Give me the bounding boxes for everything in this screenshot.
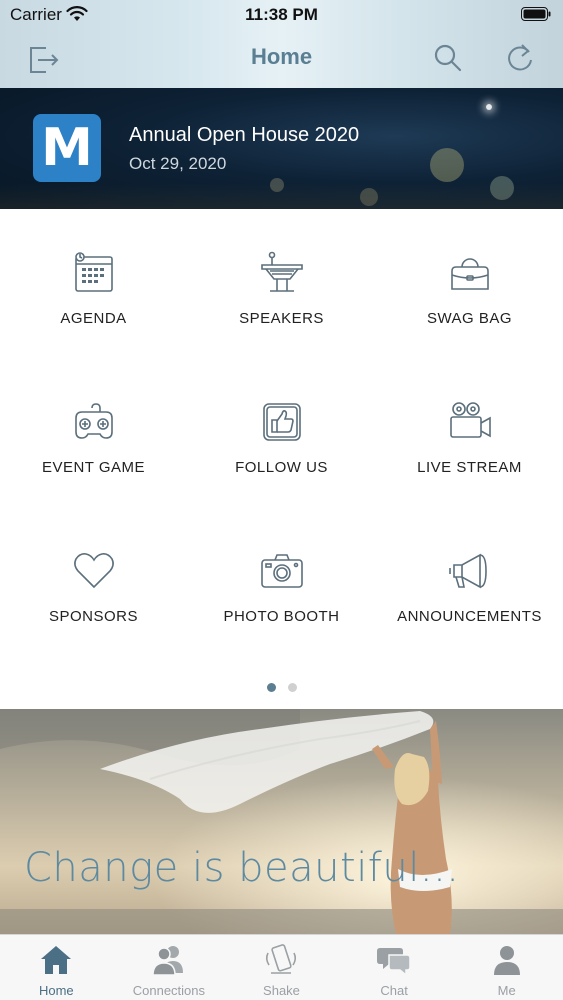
tab-label: Connections [132,983,206,998]
tab-label: Chat [380,983,408,998]
tab-home[interactable]: Home [0,935,113,1000]
event-banner[interactable]: M Annual Open House 2020 Oct 29, 2020 [0,88,563,209]
feature-label: EVENT GAME [41,459,146,476]
feature-label: SWAG BAG [426,310,513,327]
feature-agenda[interactable]: AGENDA [0,209,187,358]
page-indicator[interactable] [0,679,563,692]
tab-connections[interactable]: Connections [113,935,226,1000]
status-bar: Carrier 11:38 PM [0,0,563,30]
camera-icon [260,554,303,588]
navigation-bar: Home [0,30,563,88]
tab-chat[interactable]: Chat [338,935,451,1000]
handbag-icon [450,258,489,290]
tab-me[interactable]: Me [450,935,563,1000]
feature-label: ANNOUNCEMENTS [397,608,542,625]
promo-scene-image [0,709,563,934]
feature-label: SPONSORS [48,608,139,625]
bokeh-light [430,148,464,182]
thumbs-up-icon [262,403,301,441]
feature-label: LIVE STREAM [417,459,522,476]
tab-label: Me [497,983,516,998]
feature-photo-booth[interactable]: PHOTO BOOTH [188,507,375,656]
page-title: Home [250,44,313,69]
heart-icon [73,553,114,589]
banner-glow [0,183,563,209]
feature-label: PHOTO BOOTH [223,608,340,625]
event-logo: M [33,114,101,182]
page-dot-2[interactable] [287,683,297,692]
gamepad-icon [74,403,113,439]
feature-label: SPEAKERS [239,310,324,327]
feature-label: FOLLOW US [235,459,328,476]
refresh-button[interactable] [502,40,538,76]
page-dot-1[interactable] [266,683,276,692]
feature-sponsors[interactable]: SPONSORS [0,507,187,656]
feature-live-stream[interactable]: LIVE STREAM [376,358,563,507]
search-button[interactable] [430,40,466,76]
promo-tagline: Change is beautiful... [24,845,460,891]
video-camera-icon [449,402,491,438]
chat-icon [377,948,411,977]
feature-label: AGENDA [60,310,127,327]
shake-phone-icon [266,944,297,974]
person-icon [493,946,520,975]
feature-event-game[interactable]: EVENT GAME [0,358,187,507]
event-title: Annual Open House 2020 [129,124,360,146]
tab-label: Shake [263,983,300,998]
tab-bar: Home Connections Shake Chat Me [0,934,563,1000]
sparkle [486,104,492,110]
feature-grid: AGENDA SPEAKERS SWAG BAG EVENT GAME FOLL… [0,209,563,669]
podium-icon [260,251,303,292]
promo-banner[interactable]: Change is beautiful... [0,709,563,934]
status-time: 11:38 PM [245,5,318,24]
calendar-icon [74,252,113,292]
refresh-icon [508,44,532,71]
tab-shake[interactable]: Shake [225,935,338,1000]
feature-speakers[interactable]: SPEAKERS [188,209,375,358]
megaphone-icon [448,553,487,589]
battery-icon [521,7,551,21]
event-date: Oct 29, 2020 [129,154,227,173]
tab-label: Home [38,983,74,998]
feature-announcements[interactable]: ANNOUNCEMENTS [376,507,563,656]
home-icon [41,946,72,974]
search-icon [434,44,462,72]
people-icon [152,946,183,976]
feature-follow-us[interactable]: FOLLOW US [188,358,375,507]
feature-swag-bag[interactable]: SWAG BAG [376,209,563,358]
